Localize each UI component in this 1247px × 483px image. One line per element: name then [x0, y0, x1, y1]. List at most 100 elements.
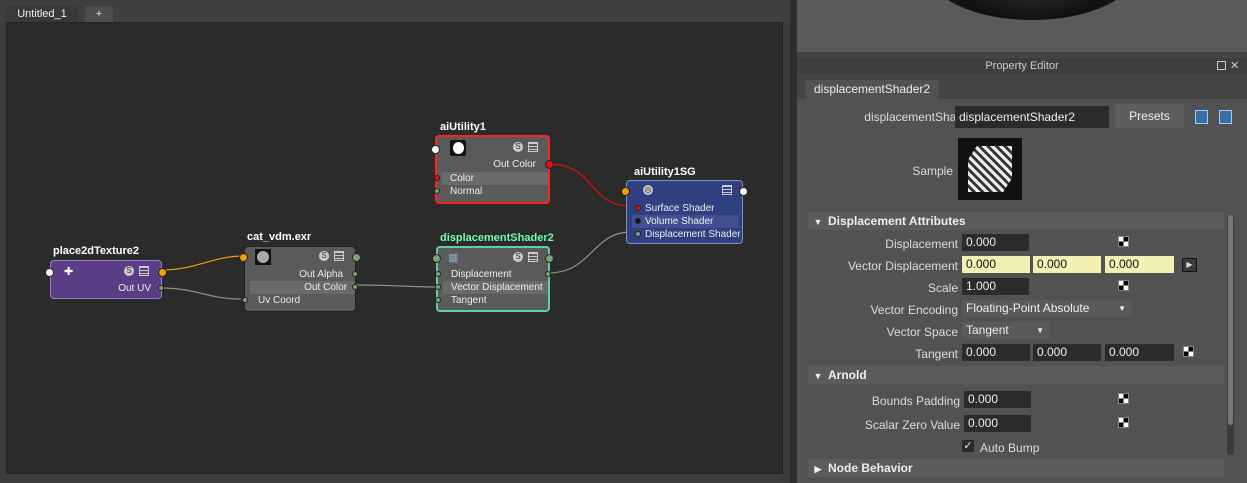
attr-out-alpha: Out Alpha	[299, 269, 343, 280]
tab-bar: Untitled_1 +	[0, 0, 790, 22]
tangent-x[interactable]: 0.000	[962, 344, 1030, 361]
auto-bump-label: Auto Bump	[980, 441, 1040, 455]
section-node-behavior[interactable]: ▶ Node Behavior	[808, 459, 1224, 477]
shading-icon[interactable]: S	[124, 266, 134, 276]
section-title: Displacement Attributes	[828, 214, 966, 228]
map-button-icon[interactable]	[1118, 236, 1129, 247]
attribute-list-icon[interactable]	[334, 251, 344, 261]
attribute-list-icon[interactable]	[722, 185, 732, 195]
node-name-field[interactable]: displacementShader2	[955, 106, 1109, 128]
port-disp-input[interactable]	[432, 254, 441, 263]
port-color[interactable]	[434, 175, 440, 181]
attribute-list-icon[interactable]	[528, 142, 538, 152]
vector-space-dropdown[interactable]: Tangent ▼	[962, 322, 1050, 339]
port-sg-output[interactable]	[739, 187, 748, 196]
displacement-label: Displacement	[885, 237, 958, 251]
auto-bump-checkbox[interactable]: ✓	[962, 440, 974, 452]
port-place2d-output[interactable]	[158, 268, 167, 277]
port-cat-output[interactable]	[352, 253, 361, 262]
node-title-displacement-shader: displacementShader2	[440, 232, 554, 244]
attribute-list-icon[interactable]	[139, 266, 149, 276]
shading-group-icon: ◎	[643, 185, 653, 195]
output-connections-icon[interactable]	[1219, 110, 1232, 124]
sample-label: Sample	[912, 164, 953, 178]
attribute-list-icon[interactable]	[528, 252, 538, 262]
port-tangent[interactable]	[435, 297, 441, 303]
node-aiutility1[interactable]: S Out Color Color Normal	[431, 135, 554, 204]
node-graph-canvas[interactable]: aiUtility1 S Out Color Color Normal aiUt…	[6, 22, 783, 474]
shading-icon[interactable]: S	[513, 142, 523, 152]
scrollbar[interactable]	[1227, 215, 1234, 455]
displacement-icon: ▦	[448, 252, 459, 264]
port-out-color[interactable]	[545, 160, 554, 169]
input-connections-icon[interactable]	[1195, 110, 1208, 124]
vector-displacement-label: Vector Displacement	[847, 259, 958, 273]
port-disp-output[interactable]	[545, 254, 554, 263]
port-aiutility1-input[interactable]	[431, 145, 440, 154]
map-button-icon[interactable]	[1118, 280, 1129, 291]
link-outcolor-vecdisp	[355, 284, 438, 288]
vector-displacement-y[interactable]: 0.000	[1033, 256, 1101, 273]
vector-displacement-z[interactable]: 0.000	[1105, 256, 1174, 273]
attr-volume-shader: Volume Shader	[632, 215, 739, 228]
port-displacement-shader[interactable]	[635, 231, 641, 237]
port-sg-input[interactable]	[621, 187, 630, 196]
port-cat-out-color[interactable]	[352, 284, 358, 290]
sample-swatch	[958, 138, 1022, 200]
port-out-uv[interactable]	[158, 285, 164, 291]
node-aiutility1sg[interactable]: ◎ Surface Shader Volume Shader Displacem…	[621, 180, 748, 244]
port-place2d-input[interactable]	[45, 268, 54, 277]
section-displacement-attributes[interactable]: ▼ Displacement Attributes	[808, 212, 1224, 230]
tab-displacementshader2[interactable]: displacementShader2	[805, 80, 940, 99]
bounds-padding-field[interactable]: 0.000	[964, 391, 1031, 408]
add-tab-button[interactable]: +	[85, 6, 113, 22]
node-place2dtexture2[interactable]: ✚ S Out UV	[45, 260, 167, 299]
viewport-object	[927, 0, 1137, 20]
tab-untitled-1[interactable]: Untitled_1	[6, 6, 78, 22]
shading-icon[interactable]: S	[513, 252, 523, 262]
node-displacementshader2[interactable]: ▦ S Displacement Vector Displacement Tan…	[432, 246, 554, 312]
float-panel-icon[interactable]	[1217, 61, 1226, 70]
port-uv-coord[interactable]	[242, 297, 248, 303]
panel-splitter[interactable]	[790, 0, 797, 483]
displacement-field[interactable]: 0.000	[962, 234, 1029, 251]
scrollbar-thumb[interactable]	[1228, 215, 1233, 425]
chevron-down-icon: ▼	[1118, 304, 1126, 313]
link-place2d-cat	[160, 255, 245, 271]
port-displacement[interactable]	[435, 271, 441, 277]
scale-field[interactable]: 1.000	[962, 278, 1029, 295]
port-out-alpha[interactable]	[352, 271, 358, 277]
tangent-z[interactable]: 0.000	[1105, 344, 1174, 361]
attr-color: Color	[442, 172, 548, 185]
scalar-zero-value-field[interactable]: 0.000	[964, 415, 1031, 432]
port-displacement-out[interactable]	[545, 271, 551, 277]
vector-encoding-dropdown[interactable]: Floating-Point Absolute ▼	[962, 300, 1132, 317]
connection-arrow-icon[interactable]: ▶	[1182, 258, 1197, 272]
tangent-y[interactable]: 0.000	[1033, 344, 1101, 361]
map-button-icon[interactable]	[1118, 417, 1129, 428]
port-surface-shader[interactable]	[635, 205, 641, 211]
scale-label: Scale	[927, 281, 958, 295]
tangent-label: Tangent	[915, 347, 958, 361]
presets-button[interactable]: Presets	[1115, 104, 1184, 128]
vector-space-label: Vector Space	[886, 325, 958, 339]
texture-thumbnail-icon	[255, 249, 271, 265]
vector-displacement-x[interactable]: 0.000	[962, 256, 1030, 273]
node-cat-vdm-exr[interactable]: S Out Alpha Out Color Uv Coord	[239, 246, 361, 312]
link-disp-sg	[547, 231, 632, 274]
viewport[interactable]	[797, 0, 1247, 52]
map-button-icon[interactable]	[1183, 346, 1194, 357]
attr-normal: Normal	[450, 186, 483, 197]
port-volume-shader[interactable]	[635, 218, 641, 224]
section-arnold[interactable]: ▼ Arnold	[808, 366, 1224, 384]
port-cat-input[interactable]	[239, 253, 248, 262]
attr-vector-displacement: Vector Displacement	[443, 281, 548, 294]
port-normal[interactable]	[434, 188, 440, 194]
map-button-icon[interactable]	[1118, 393, 1129, 404]
port-vector-displacement[interactable]	[435, 284, 441, 290]
link-outuv-uvcoord	[160, 287, 242, 300]
close-icon[interactable]: ✕	[1230, 59, 1239, 72]
shading-icon[interactable]: S	[319, 251, 329, 261]
node-title-cat: cat_vdm.exr	[247, 231, 312, 243]
attr-out-color: Out Color	[493, 159, 536, 170]
